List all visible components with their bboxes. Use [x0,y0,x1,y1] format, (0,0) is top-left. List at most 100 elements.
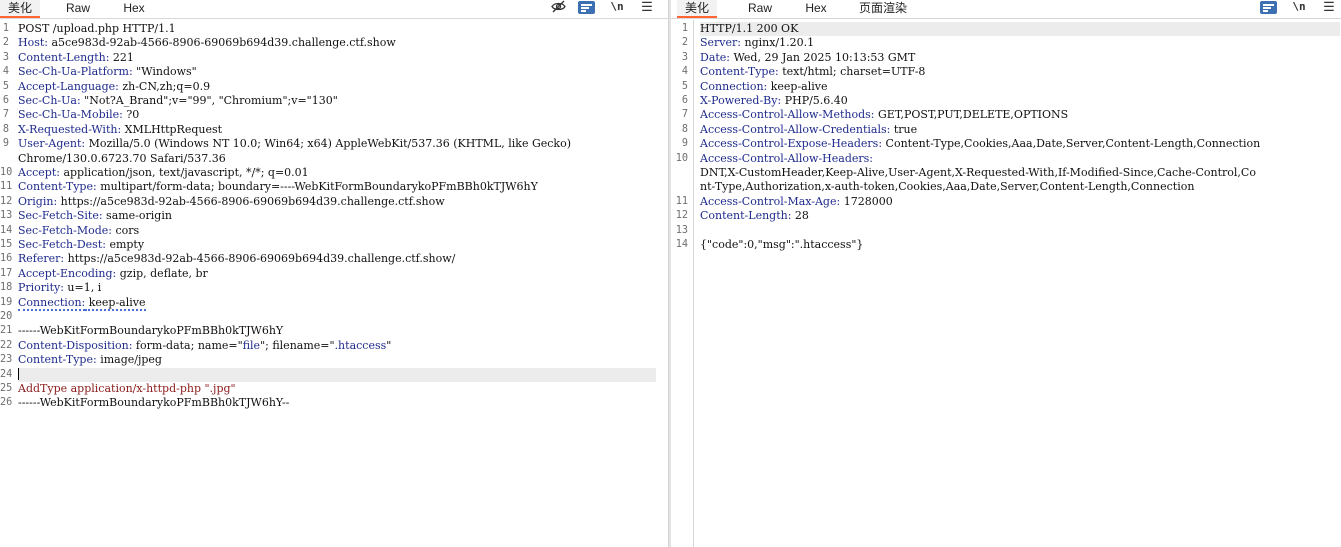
header-value: true [890,122,918,136]
request-header-line: Content-Type: image/jpeg [18,353,162,367]
line-number: 18 [0,282,13,294]
header-value: Content-Type,Cookies,Aaa,Date,Server,Con… [882,137,1261,151]
header-value: form-data; name=" [132,338,243,352]
header-value: " [386,338,392,352]
status-line: HTTP/1.1 200 OK [700,22,1340,37]
response-pane: 美化 Raw Hex 页面渲染 \n ☰ 1 2 3 4 5 6 7 8 9 1… [671,0,1341,547]
header-value: same-origin [102,209,172,223]
response-tab-bar: 美化 Raw Hex 页面渲染 \n ☰ [671,0,1341,19]
response-header-line: Server: nginx/1.20.1 [700,36,814,50]
header-name: Origin: [18,194,58,208]
line-number: 11 [0,181,13,193]
tab-pretty[interactable]: 美化 [0,0,40,18]
header-name: Sec-Fetch-Mode: [18,223,112,237]
header-name: Connection: [700,79,768,93]
tab-hex[interactable]: Hex [114,0,154,17]
line-number: 19 [0,296,13,308]
eye-off-icon[interactable] [549,0,567,16]
header-name: Sec-Ch-Ua-Platform: [18,65,133,79]
line-number: 7 [681,109,688,121]
line-number: 6 [2,95,9,106]
multipart-boundary-end: ------WebKitFormBoundarykoPFmBBh0kTJW6hY… [18,396,290,410]
response-line-gutter: 1 2 3 4 5 6 7 8 9 10 11 12 13 14 [671,20,694,547]
line-number: 2 [2,37,9,49]
request-header-line: Referer: https://a5ce983d-92ab-4566-8906… [18,252,455,266]
header-value: keep-alive [767,79,828,93]
header-value: 1728000 [840,194,893,208]
header-name: Content-Length: [700,209,792,223]
header-name: Sec-Ch-Ua: [18,94,81,107]
header-name: User-Agent: [18,137,86,151]
tab-pretty[interactable]: 美化 [677,0,717,18]
line-number: 25 [0,383,13,394]
header-name: Content-Type: [700,65,779,79]
show-newlines-button[interactable]: \n [608,0,626,16]
request-line: POST /upload.php HTTP/1.1 [18,22,176,35]
wrap-lines-icon[interactable] [578,1,595,14]
response-editor[interactable]: 1 2 3 4 5 6 7 8 9 10 11 12 13 14 HTTP/1.… [671,20,1341,547]
tab-raw[interactable]: Raw [740,0,780,17]
request-header-line: Accept-Encoding: gzip, deflate, br [18,267,208,281]
line-number: 23 [0,354,13,366]
request-line-gutter: 1 2 3 4 5 6 7 8 9 10 11 12 13 14 15 16 1… [0,20,12,547]
request-header-line: Sec-Fetch-Dest: empty [18,238,144,252]
line-number: 14 [0,224,13,236]
line-number: 8 [2,123,9,135]
line-number: 6 [681,95,688,106]
response-header-line: Content-Type: text/html; charset=UTF-8 [700,65,925,79]
menu-icon[interactable]: ☰ [1320,0,1338,16]
line-number: 15 [0,239,13,250]
request-header-continuation: Chrome/130.0.6723.70 Safari/537.36 [18,151,226,165]
request-header-line: Sec-Fetch-Mode: cors [18,224,139,238]
multipart-boundary: ------WebKitFormBoundarykoPFmBBh0kTJW6hY [18,324,284,338]
header-name: Connection: [18,295,86,311]
request-header-line: Priority: u=1, i [18,281,101,295]
header-value: GET,POST,PUT,DELETE,OPTIONS [874,108,1069,122]
request-editor[interactable]: 1 2 3 4 5 6 7 8 9 10 11 12 13 14 15 16 1… [0,20,668,547]
tab-raw[interactable]: Raw [58,0,98,17]
header-name: Accept-Language: [18,79,119,93]
header-name: Sec-Ch-Ua-Mobile: [18,108,123,122]
tab-hex[interactable]: Hex [796,0,836,17]
header-name: Access-Control-Max-Age: [700,194,841,208]
wrap-lines-icon[interactable] [1260,1,1277,14]
request-header-line: User-Agent: Mozilla/5.0 (Windows NT 10.0… [18,137,571,151]
header-value: u=1, i [63,281,102,295]
header-value: PHP/5.6.40 [781,94,848,107]
header-name: Content-Type: [18,353,97,367]
filename-value: .htaccess [334,338,387,352]
tab-render[interactable]: 页面渲染 [852,0,914,17]
show-newlines-button[interactable]: \n [1290,0,1308,16]
header-value: a5ce983d-92ab-4566-8906-69069b694d39.cha… [48,36,396,50]
header-name: Access-Control-Expose-Headers: [700,137,883,151]
header-value: cors [112,223,140,237]
response-header-line: Content-Length: 28 [700,209,809,223]
request-header-line: Content-Disposition: form-data; name="fi… [18,339,391,353]
header-name: Content-Type: [18,180,97,194]
request-header-line: Content-Length: 221 [18,51,134,65]
menu-icon[interactable]: ☰ [638,0,656,16]
line-number: 22 [0,339,13,351]
line-number: 13 [0,210,13,222]
current-line[interactable] [18,367,656,382]
header-name: Sec-Fetch-Dest: [18,238,106,251]
request-body-content: AddType application/x-httpd-php ".jpg" [18,382,236,395]
line-number: 7 [2,109,9,121]
response-header-line: X-Powered-By: PHP/5.6.40 [700,94,848,108]
request-header-line: Accept-Language: zh-CN,zh;q=0.9 [18,80,210,94]
response-body: {"code":0,"msg":".htaccess"} [700,238,864,251]
line-number: 12 [675,210,688,222]
header-name: Accept-Encoding: [18,266,117,280]
line-number: 4 [681,66,688,78]
header-value: Wed, 29 Jan 2025 10:13:53 GMT [730,50,916,64]
header-name: Priority: [18,281,64,295]
line-number: 8 [681,123,688,135]
header-value: gzip, deflate, br [116,266,208,280]
header-name: Server: [700,36,741,50]
request-header-line: Accept: application/json, text/javascrip… [18,166,309,180]
line-number: 4 [2,66,9,78]
header-name: Access-Control-Allow-Methods: [700,108,875,122]
response-header-continuation: nt-Type,Authorization,x-auth-token,Cooki… [700,180,1195,194]
header-value: multipart/form-data; boundary=----WebKit… [96,180,538,194]
header-value: "Windows" [132,65,197,79]
